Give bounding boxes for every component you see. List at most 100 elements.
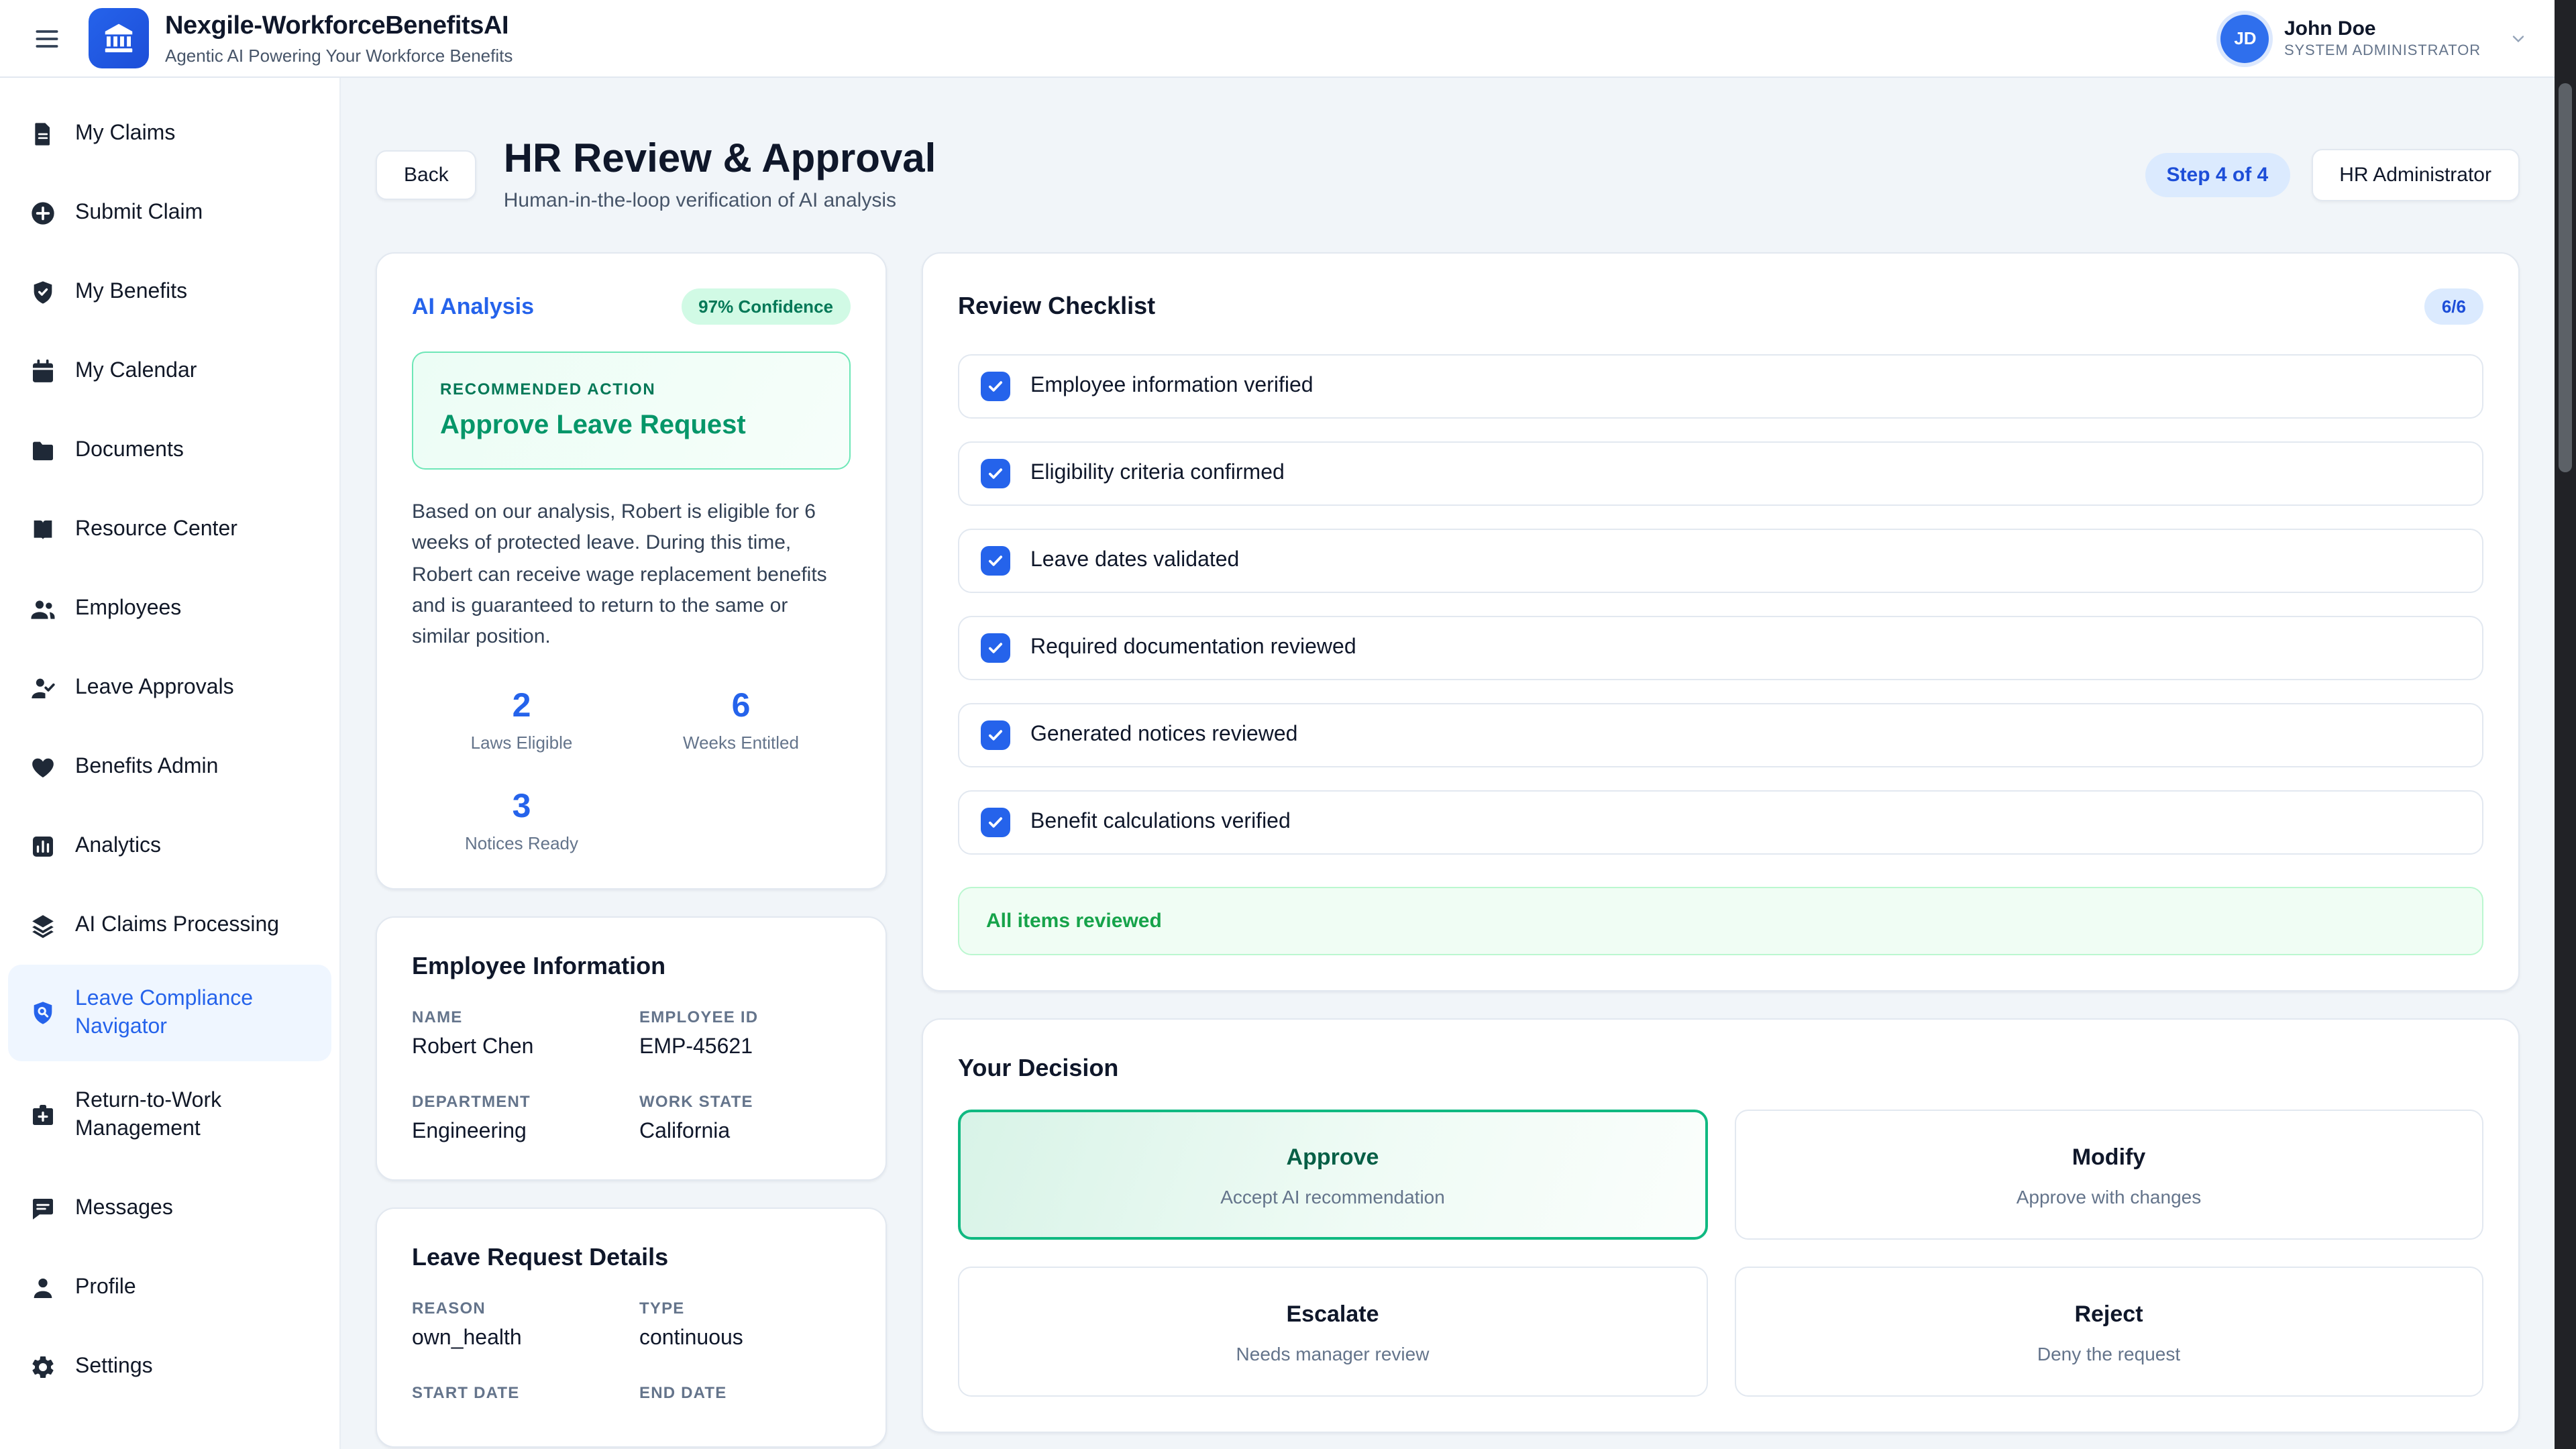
checklist-item[interactable]: Required documentation reviewed bbox=[958, 616, 2483, 680]
sidebar-item-leave-approvals[interactable]: Leave Approvals bbox=[0, 648, 339, 727]
review-checklist-title: Review Checklist bbox=[958, 292, 1155, 321]
sidebar-item-label: AI Claims Processing bbox=[75, 911, 279, 939]
vertical-scrollbar[interactable] bbox=[2555, 0, 2576, 1449]
shield-search-icon bbox=[30, 1000, 56, 1026]
user-menu[interactable]: JD John Doe SYSTEM ADMINISTRATOR bbox=[2221, 14, 2528, 62]
recommended-action-label: RECOMMENDED ACTION bbox=[440, 380, 822, 398]
sidebar-item-submit-claim[interactable]: Submit Claim bbox=[0, 173, 339, 252]
checklist-item-label: Required documentation reviewed bbox=[1030, 636, 1356, 660]
user-role: SYSTEM ADMINISTRATOR bbox=[2284, 43, 2481, 59]
sidebar-item-label: Messages bbox=[75, 1194, 173, 1222]
sidebar-item-label: My Benefits bbox=[75, 278, 187, 306]
checkbox-checked-icon[interactable] bbox=[981, 720, 1010, 750]
field-department: DEPARTMENT Engineering bbox=[412, 1093, 623, 1145]
sidebar-item-label: Documents bbox=[75, 436, 184, 464]
checklist-item[interactable]: Eligibility criteria confirmed bbox=[958, 441, 2483, 506]
sidebar-item-my-claims[interactable]: My Claims bbox=[0, 94, 339, 173]
checklist-progress-badge: 6/6 bbox=[2424, 288, 2483, 325]
ai-analysis-title: AI Analysis bbox=[412, 293, 534, 320]
field-end-date: END DATE bbox=[639, 1384, 851, 1412]
sidebar-item-label: Profile bbox=[75, 1273, 136, 1301]
chevron-down-icon[interactable] bbox=[2509, 29, 2528, 48]
field-work-state: WORK STATE California bbox=[639, 1093, 851, 1145]
decision-option-label: Approve bbox=[981, 1144, 1684, 1171]
decision-option-modify[interactable]: Modify Approve with changes bbox=[1734, 1110, 2483, 1240]
sidebar-item-my-calendar[interactable]: My Calendar bbox=[0, 331, 339, 411]
checkbox-checked-icon[interactable] bbox=[981, 633, 1010, 663]
person-icon bbox=[30, 1274, 56, 1301]
sidebar-item-benefits-admin[interactable]: Benefits Admin bbox=[0, 727, 339, 806]
sidebar-item-leave-compliance-navigator[interactable]: Leave Compliance Navigator bbox=[8, 965, 331, 1061]
field-label: START DATE bbox=[412, 1384, 623, 1403]
checklist-item-label: Employee information verified bbox=[1030, 374, 1313, 398]
person-check-icon bbox=[30, 674, 56, 701]
checkbox-checked-icon[interactable] bbox=[981, 372, 1010, 401]
employee-information-title: Employee Information bbox=[412, 953, 851, 981]
scrollbar-thumb[interactable] bbox=[2559, 83, 2572, 472]
field-type: TYPE continuous bbox=[639, 1299, 851, 1352]
back-button[interactable]: Back bbox=[376, 150, 477, 199]
step-badge: Step 4 of 4 bbox=[2145, 152, 2290, 197]
decision-option-escalate[interactable]: Escalate Needs manager review bbox=[958, 1267, 1707, 1397]
decision-option-label: Escalate bbox=[981, 1301, 1684, 1328]
review-checklist-card: Review Checklist 6/6 Employee informatio… bbox=[922, 252, 2520, 991]
file-icon bbox=[30, 120, 56, 147]
checklist-item[interactable]: Benefit calculations verified bbox=[958, 790, 2483, 855]
decision-option-approve[interactable]: Approve Accept AI recommendation bbox=[958, 1110, 1707, 1240]
bar-chart-icon bbox=[30, 833, 56, 859]
decision-option-description: Needs manager review bbox=[981, 1343, 1684, 1364]
stat-label: Weeks Entitled bbox=[631, 733, 851, 753]
field-value: own_health bbox=[412, 1328, 623, 1352]
checklist-item[interactable]: Generated notices reviewed bbox=[958, 703, 2483, 767]
checklist-item[interactable]: Leave dates validated bbox=[958, 529, 2483, 593]
plus-circle-icon bbox=[30, 199, 56, 226]
chat-icon bbox=[30, 1195, 56, 1222]
sidebar-item-ai-claims-processing[interactable]: AI Claims Processing bbox=[0, 885, 339, 965]
menu-icon[interactable] bbox=[27, 17, 70, 60]
field-label: NAME bbox=[412, 1008, 623, 1027]
field-value: continuous bbox=[639, 1328, 851, 1352]
field-name: NAME Robert Chen bbox=[412, 1008, 623, 1061]
field-label: WORK STATE bbox=[639, 1093, 851, 1112]
shield-icon bbox=[30, 278, 56, 305]
sidebar-item-label: My Calendar bbox=[75, 357, 197, 385]
sidebar-item-messages[interactable]: Messages bbox=[0, 1169, 339, 1248]
book-icon bbox=[30, 516, 56, 543]
sidebar-item-label: Benefits Admin bbox=[75, 753, 218, 781]
checkbox-checked-icon[interactable] bbox=[981, 459, 1010, 488]
app-subtitle: Agentic AI Powering Your Workforce Benef… bbox=[165, 45, 513, 65]
sidebar-item-resource-center[interactable]: Resource Center bbox=[0, 490, 339, 569]
stat-laws-eligible: 2 Laws Eligible bbox=[412, 688, 631, 753]
sidebar-item-settings[interactable]: Settings bbox=[0, 1327, 339, 1406]
decision-option-reject[interactable]: Reject Deny the request bbox=[1734, 1267, 2483, 1397]
app-root: Nexgile-WorkforceBenefitsAI Agentic AI P… bbox=[0, 0, 2576, 1449]
confidence-badge: 97% Confidence bbox=[681, 288, 851, 325]
app-title: Nexgile-WorkforceBenefitsAI bbox=[165, 11, 513, 41]
page-title: HR Review & Approval bbox=[504, 137, 936, 182]
main-content: Back HR Review & Approval Human-in-the-l… bbox=[341, 78, 2555, 1449]
top-header: Nexgile-WorkforceBenefitsAI Agentic AI P… bbox=[0, 0, 2555, 78]
stat-label: Laws Eligible bbox=[412, 733, 631, 753]
user-name: John Doe bbox=[2284, 17, 2481, 40]
sidebar-item-my-benefits[interactable]: My Benefits bbox=[0, 252, 339, 331]
sidebar-item-profile[interactable]: Profile bbox=[0, 1248, 339, 1327]
sidebar-item-label: Leave Compliance Navigator bbox=[75, 985, 310, 1041]
checkbox-checked-icon[interactable] bbox=[981, 546, 1010, 576]
field-value: Engineering bbox=[412, 1121, 623, 1145]
field-start-date: START DATE bbox=[412, 1384, 623, 1412]
sidebar-item-label: My Claims bbox=[75, 119, 175, 148]
sidebar-item-employees[interactable]: Employees bbox=[0, 569, 339, 648]
recommended-action-value: Approve Leave Request bbox=[440, 411, 822, 441]
decision-option-description: Deny the request bbox=[1757, 1343, 2461, 1364]
checklist-item[interactable]: Employee information verified bbox=[958, 354, 2483, 419]
stat-notices-ready: 3 Notices Ready bbox=[412, 788, 631, 854]
sidebar-item-return-to-work-management[interactable]: Return-to-Work Management bbox=[0, 1061, 339, 1169]
sidebar-item-label: Resource Center bbox=[75, 515, 237, 543]
field-label: END DATE bbox=[639, 1384, 851, 1403]
sidebar-item-documents[interactable]: Documents bbox=[0, 411, 339, 490]
app-logo-bank-icon bbox=[89, 8, 149, 68]
checkbox-checked-icon[interactable] bbox=[981, 808, 1010, 837]
sidebar-item-analytics[interactable]: Analytics bbox=[0, 806, 339, 885]
hr-administrator-button[interactable]: HR Administrator bbox=[2311, 148, 2520, 201]
folder-icon bbox=[30, 437, 56, 464]
